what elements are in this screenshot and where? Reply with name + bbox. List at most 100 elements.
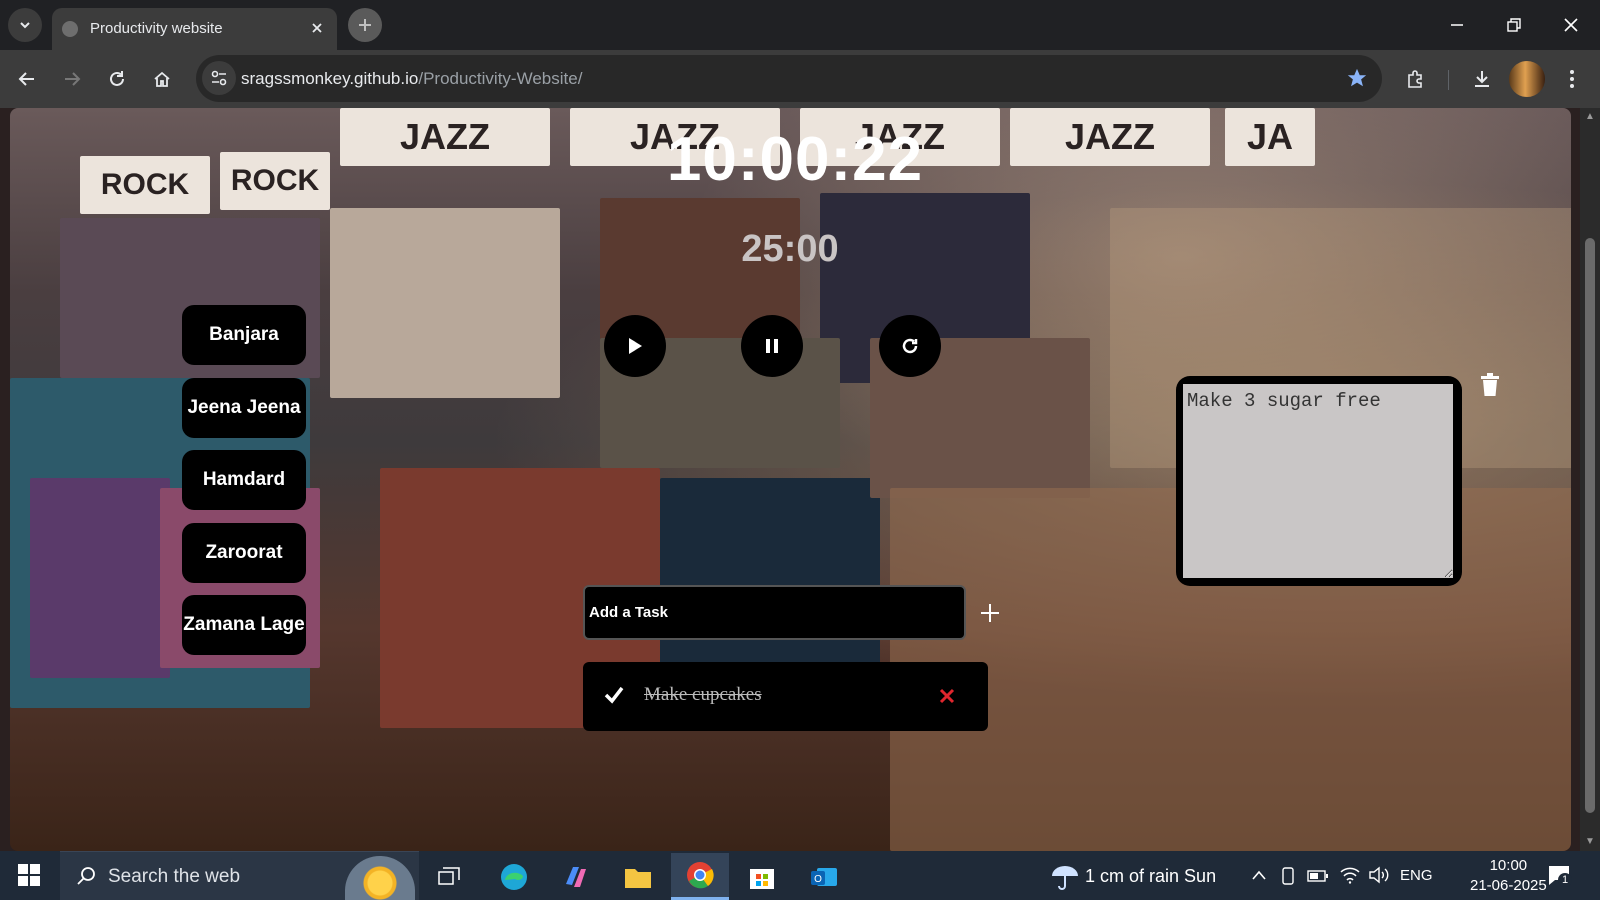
reload-button[interactable] bbox=[100, 62, 134, 96]
bin-sign: JAZZ bbox=[1010, 108, 1210, 166]
url-path: /Productivity-Website/ bbox=[418, 69, 583, 88]
svg-text:O: O bbox=[814, 874, 822, 885]
notes-textarea[interactable] bbox=[1183, 384, 1453, 578]
bin-sign: ROCK bbox=[80, 156, 210, 214]
task-delete-button[interactable] bbox=[935, 684, 959, 708]
close-icon bbox=[939, 688, 955, 704]
task-item: Make cupcakes bbox=[583, 662, 988, 731]
wifi-icon[interactable] bbox=[1340, 866, 1360, 884]
current-time-clock: 10:00:22 bbox=[666, 125, 924, 194]
close-window-button[interactable] bbox=[1551, 8, 1591, 42]
notification-count: 1 bbox=[1558, 873, 1572, 887]
restore-button[interactable] bbox=[1494, 8, 1534, 42]
timer-reset-button[interactable] bbox=[879, 315, 941, 377]
tab-title: Productivity website bbox=[90, 20, 223, 37]
bookmark-star-button[interactable] bbox=[1346, 67, 1368, 94]
volume-icon[interactable] bbox=[1368, 866, 1390, 884]
page-scrollbar[interactable]: ▲ ▼ bbox=[1580, 108, 1600, 851]
forward-button[interactable] bbox=[55, 62, 89, 96]
bin-sign: JA bbox=[1225, 108, 1315, 166]
extensions-button[interactable] bbox=[1399, 62, 1433, 96]
search-icon bbox=[77, 867, 95, 885]
device-icon[interactable] bbox=[1280, 866, 1296, 886]
new-tab-button[interactable] bbox=[348, 8, 382, 42]
record-cover bbox=[30, 478, 170, 678]
system-date: 21-06-2025 bbox=[1470, 877, 1547, 894]
system-time: 10:00 bbox=[1489, 857, 1528, 874]
record-cover bbox=[660, 478, 880, 678]
reset-icon bbox=[902, 338, 918, 354]
battery-icon[interactable] bbox=[1307, 869, 1329, 883]
system-clock[interactable]: 10:00 21-06-2025 bbox=[1470, 856, 1547, 896]
pause-icon bbox=[766, 339, 778, 353]
song-button-banjara[interactable]: Banjara bbox=[182, 305, 306, 365]
timer-play-button[interactable] bbox=[604, 315, 666, 377]
outlook-app[interactable]: O bbox=[795, 853, 853, 900]
taskbar-search-box[interactable]: Search the web bbox=[60, 851, 419, 900]
home-icon bbox=[154, 71, 170, 87]
scroll-thumb[interactable] bbox=[1585, 238, 1595, 813]
delete-notes-button[interactable] bbox=[1478, 371, 1502, 399]
tab-close-button[interactable] bbox=[307, 18, 327, 38]
copilot-icon bbox=[566, 866, 586, 887]
minimize-icon bbox=[1451, 24, 1463, 26]
minimize-button[interactable] bbox=[1437, 8, 1477, 42]
address-bar[interactable]: sragssmonkey.github.io/Productivity-Webs… bbox=[196, 55, 1382, 102]
url-text: sragssmonkey.github.io/Productivity-Webs… bbox=[241, 69, 582, 89]
chrome-app[interactable] bbox=[671, 853, 729, 900]
edge-app[interactable] bbox=[485, 853, 543, 900]
sun-illustration-icon bbox=[345, 856, 415, 900]
task-text: Make cupcakes bbox=[644, 684, 762, 705]
task-view-icon bbox=[438, 866, 460, 885]
back-button[interactable] bbox=[10, 62, 44, 96]
folder-icon bbox=[625, 868, 651, 888]
record-cover bbox=[330, 208, 560, 398]
scroll-down-arrow[interactable]: ▼ bbox=[1585, 836, 1595, 847]
store-icon bbox=[750, 868, 774, 889]
file-explorer-app[interactable] bbox=[609, 853, 667, 900]
scroll-up-arrow[interactable]: ▲ bbox=[1585, 111, 1595, 122]
pomodoro-timer: 25:00 bbox=[741, 228, 839, 270]
song-button-jeena-jeena[interactable]: Jeena Jeena bbox=[182, 378, 306, 438]
umbrella-rain-icon bbox=[1052, 866, 1078, 890]
outlook-icon: O bbox=[811, 867, 837, 886]
start-button[interactable] bbox=[18, 864, 40, 891]
windows-taskbar: Search the web O 1 cm of rain Sun ENG 10… bbox=[0, 851, 1600, 900]
plus-icon bbox=[359, 19, 371, 31]
arrow-left-icon bbox=[18, 72, 34, 86]
tab-search-button[interactable] bbox=[8, 8, 42, 42]
site-info-button[interactable] bbox=[202, 61, 236, 95]
browser-tab[interactable]: Productivity website bbox=[52, 8, 337, 50]
chrome-menu-button[interactable] bbox=[1555, 62, 1589, 96]
toolbar-divider bbox=[1448, 70, 1449, 90]
windows-logo-icon bbox=[18, 864, 40, 886]
chrome-icon bbox=[687, 862, 714, 889]
timer-pause-button[interactable] bbox=[741, 315, 803, 377]
add-task-button[interactable] bbox=[975, 598, 1005, 628]
puzzle-icon bbox=[1408, 70, 1422, 88]
task-view-button[interactable] bbox=[420, 853, 478, 900]
notification-center-button[interactable]: 1 bbox=[1547, 864, 1572, 891]
task-complete-toggle[interactable] bbox=[603, 684, 625, 711]
microsoft-store-app[interactable] bbox=[733, 853, 791, 900]
song-button-zamana-lage[interactable]: Zamana Lage bbox=[182, 595, 306, 655]
globe-icon bbox=[62, 21, 78, 37]
more-vert-icon bbox=[1570, 70, 1574, 88]
arrow-right-icon bbox=[65, 72, 81, 86]
download-icon bbox=[1475, 71, 1489, 87]
song-button-zaroorat[interactable]: Zaroorat bbox=[182, 523, 306, 583]
add-task-input[interactable] bbox=[583, 585, 966, 640]
downloads-button[interactable] bbox=[1465, 62, 1499, 96]
home-button[interactable] bbox=[145, 62, 179, 96]
check-icon bbox=[604, 686, 624, 704]
bin-sign: JAZZ bbox=[340, 108, 550, 166]
input-language[interactable]: ENG bbox=[1400, 867, 1433, 884]
profile-avatar[interactable] bbox=[1507, 59, 1547, 99]
song-button-hamdard[interactable]: Hamdard bbox=[182, 450, 306, 510]
weather-widget[interactable]: 1 cm of rain Sun bbox=[1050, 864, 1216, 890]
edge-icon bbox=[501, 863, 527, 890]
copilot-app[interactable] bbox=[547, 853, 605, 900]
chevron-up-icon[interactable] bbox=[1251, 869, 1267, 881]
star-icon bbox=[1347, 68, 1367, 87]
trash-icon bbox=[1481, 373, 1499, 396]
